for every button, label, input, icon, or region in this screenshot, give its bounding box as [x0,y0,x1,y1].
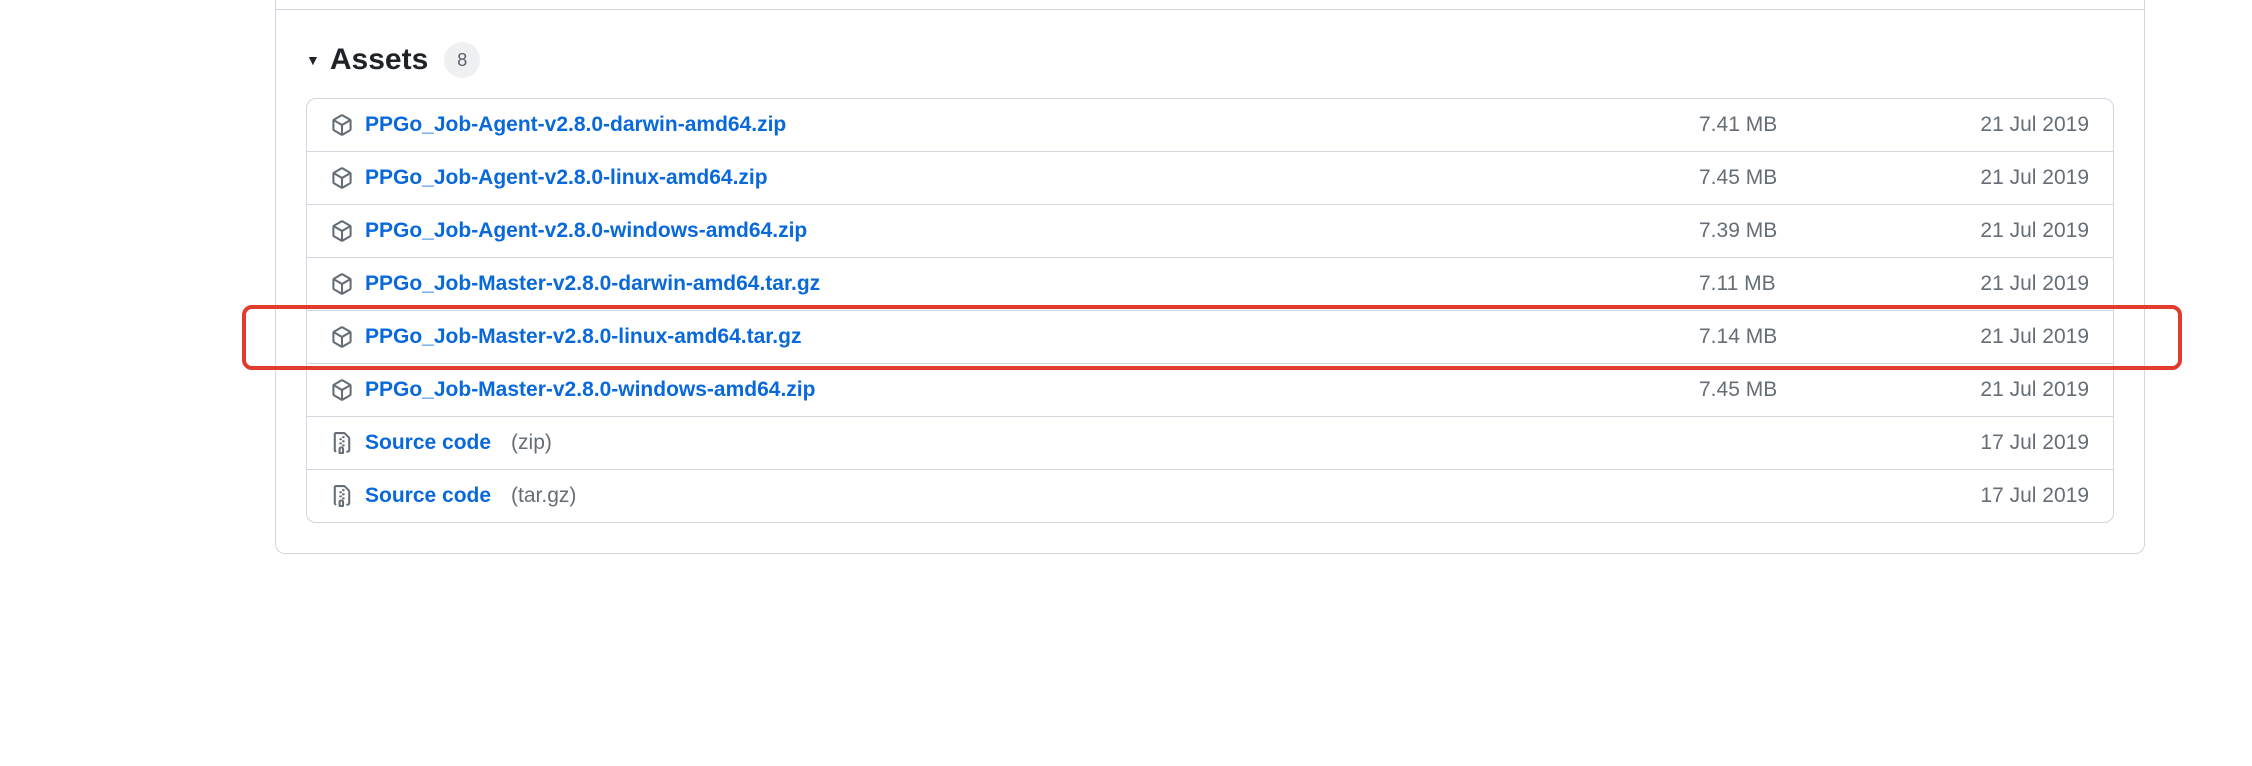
package-icon [331,379,353,401]
asset-download-link[interactable]: Source code [365,431,491,455]
package-icon [331,167,353,189]
assets-list: PPGo_Job-Agent-v2.8.0-darwin-amd64.zip 7.… [306,98,2114,523]
asset-date: 21 Jul 2019 [1919,219,2089,243]
asset-size: 7.11 MB [1699,272,1919,296]
asset-download-link[interactable]: PPGo_Job-Agent-v2.8.0-linux-amd64.zip [365,166,768,190]
package-icon [331,220,353,242]
asset-download-link[interactable]: PPGo_Job-Master-v2.8.0-linux-amd64.tar.g… [365,325,801,349]
asset-left: PPGo_Job-Master-v2.8.0-linux-amd64.tar.g… [331,325,1699,349]
asset-download-link[interactable]: PPGo_Job-Agent-v2.8.0-windows-amd64.zip [365,219,807,243]
asset-date: 21 Jul 2019 [1919,325,2089,349]
package-icon [331,326,353,348]
file-zip-icon [331,485,353,507]
asset-size: 7.45 MB [1699,166,1919,190]
asset-download-link[interactable]: PPGo_Job-Agent-v2.8.0-darwin-amd64.zip [365,113,786,137]
asset-format: (tar.gz) [511,484,576,508]
package-icon [331,114,353,136]
asset-date: 21 Jul 2019 [1919,272,2089,296]
asset-row: PPGo_Job-Agent-v2.8.0-linux-amd64.zip 7.4… [307,152,2113,205]
asset-format: (zip) [511,431,552,455]
asset-date: 21 Jul 2019 [1919,113,2089,137]
asset-download-link[interactable]: Source code [365,484,491,508]
asset-left: PPGo_Job-Master-v2.8.0-windows-amd64.zip [331,378,1699,402]
asset-size: 7.41 MB [1699,113,1919,137]
asset-left: PPGo_Job-Agent-v2.8.0-darwin-amd64.zip [331,113,1699,137]
asset-date: 21 Jul 2019 [1919,166,2089,190]
asset-size: 7.39 MB [1699,219,1919,243]
asset-row: PPGo_Job-Master-v2.8.0-windows-amd64.zip… [307,364,2113,417]
package-icon [331,273,353,295]
assets-header[interactable]: ▼ Assets 8 [276,10,2144,98]
chevron-down-icon: ▼ [306,52,320,68]
asset-date: 17 Jul 2019 [1919,431,2089,455]
asset-download-link[interactable]: PPGo_Job-Master-v2.8.0-windows-amd64.zip [365,378,815,402]
asset-size: 7.45 MB [1699,378,1919,402]
asset-row: PPGo_Job-Master-v2.8.0-linux-amd64.tar.g… [307,311,2113,364]
asset-left: PPGo_Job-Agent-v2.8.0-windows-amd64.zip [331,219,1699,243]
asset-date: 21 Jul 2019 [1919,378,2089,402]
asset-row: PPGo_Job-Master-v2.8.0-darwin-amd64.tar.… [307,258,2113,311]
asset-left: Source code (zip) [331,431,1699,455]
assets-count-badge: 8 [444,42,480,78]
release-panel: ▼ Assets 8 PPGo_Job-Agent-v2.8.0-darwin-… [275,0,2145,554]
asset-row: Source code (zip) 17 Jul 2019 [307,417,2113,470]
asset-download-link[interactable]: PPGo_Job-Master-v2.8.0-darwin-amd64.tar.… [365,272,820,296]
file-zip-icon [331,432,353,454]
asset-left: Source code (tar.gz) [331,484,1699,508]
asset-date: 17 Jul 2019 [1919,484,2089,508]
asset-row: PPGo_Job-Agent-v2.8.0-windows-amd64.zip 7… [307,205,2113,258]
asset-left: PPGo_Job-Agent-v2.8.0-linux-amd64.zip [331,166,1699,190]
asset-row: Source code (tar.gz) 17 Jul 2019 [307,470,2113,522]
asset-left: PPGo_Job-Master-v2.8.0-darwin-amd64.tar.… [331,272,1699,296]
assets-title: Assets [330,43,428,77]
asset-row: PPGo_Job-Agent-v2.8.0-darwin-amd64.zip 7.… [307,99,2113,152]
asset-size: 7.14 MB [1699,325,1919,349]
divider [276,0,2144,10]
